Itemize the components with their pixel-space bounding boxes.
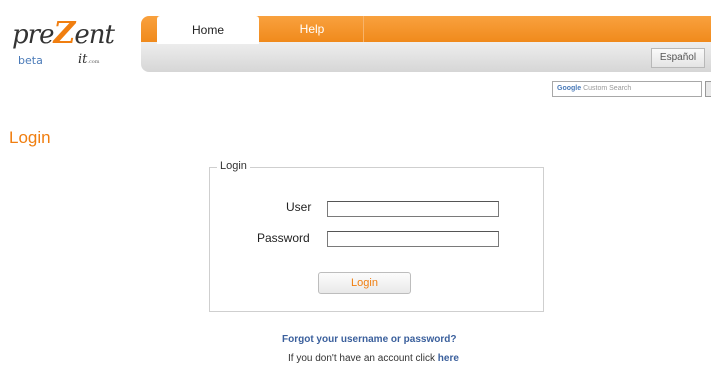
signup-here-link[interactable]: here	[438, 353, 459, 364]
user-input[interactable]	[327, 201, 499, 217]
logo-it-text: it	[78, 52, 88, 67]
logo-it-small: .com	[87, 59, 100, 65]
header-bar: Home Help	[141, 16, 711, 72]
password-label: Password	[257, 231, 310, 245]
logo-wordmark: preZent	[12, 16, 115, 51]
prezentit-logo[interactable]: preZent beta it.com	[8, 14, 126, 70]
login-button[interactable]: Login	[318, 272, 411, 294]
forgot-credentials-link[interactable]: Forgot your username or password?	[282, 334, 456, 345]
search-input[interactable]: Google Custom Search	[552, 81, 702, 97]
nav-grey-bar	[141, 42, 711, 72]
logo-prefix: pre	[12, 20, 54, 50]
signup-prompt: If you don't have an account click here	[288, 353, 459, 364]
google-logo-text: Google	[557, 85, 582, 92]
tab-help[interactable]: Help	[261, 16, 364, 42]
logo-it: it.com	[78, 52, 100, 67]
search-placeholder: Custom Search	[583, 85, 632, 92]
tab-home[interactable]: Home	[157, 16, 259, 44]
search-button[interactable]	[705, 81, 711, 97]
password-input[interactable]	[327, 231, 499, 247]
signup-prompt-text: If you don't have an account click	[288, 353, 438, 364]
login-legend: Login	[217, 160, 250, 172]
page-title: Login	[9, 128, 51, 147]
logo-suffix: ent	[74, 20, 115, 50]
logo-z: Z	[53, 16, 75, 51]
logo-beta-label: beta	[18, 54, 43, 67]
language-button[interactable]: Español	[651, 48, 705, 68]
user-label: User	[286, 200, 312, 214]
